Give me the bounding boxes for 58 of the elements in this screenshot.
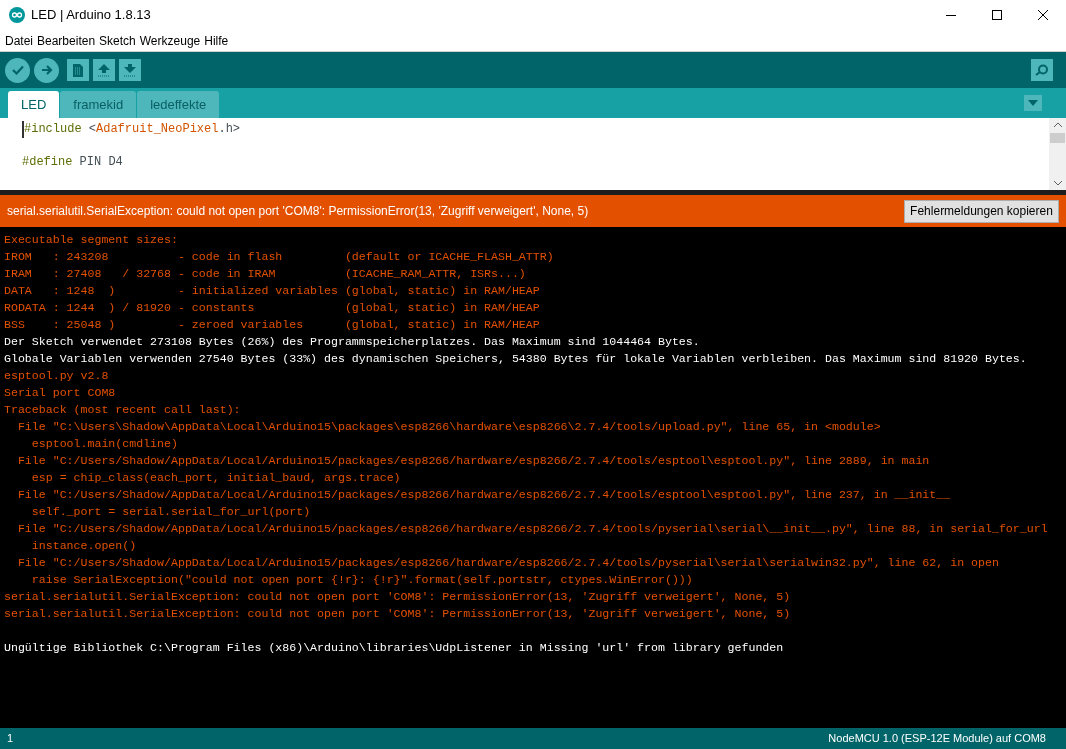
window-title: LED | Arduino 1.8.13 (31, 6, 151, 25)
save-button[interactable] (119, 59, 141, 81)
console-line: Ungültige Bibliothek C:\Program Files (x86)\Arduino\libraries\UdpListener in Missing 'url' from library gefunden (4, 640, 785, 656)
console-line: Globale Variablen verwenden 27540 Bytes (33%) des dynamischen Speichers, 54380 Bytes für lokale Variablen verbleiben. Das Maximum sind 81920 Bytes. (4, 351, 1028, 367)
console-line: File "C:/Users/Shadow/AppData/Local/Arduino15/packages/esp8266/hardware/esp8266/2.7.4/tools/esptool\esptool.py", line 2889, in main (16, 453, 931, 469)
magnifier-icon (1035, 64, 1049, 76)
menu-item[interactable]: Werkzeuge (137, 31, 203, 50)
console-line: File "C:/Users/Shadow/AppData/Local/Arduino15/packages/esp8266/hardware/esp8266/2.7.4/tools/esptool\esptool.py", line 237, in __init__ (16, 487, 952, 503)
menu-item[interactable]: Sketch (97, 31, 138, 50)
console-line: serial.serialutil.SerialException: could not open port 'COM8': PermissionError(13, 'Zugriff verweigert', None, 5) (4, 606, 792, 622)
app-logo-icon (9, 7, 25, 23)
arrow-right-icon (40, 65, 53, 75)
file-tab[interactable]: LED (8, 91, 60, 118)
check-icon (11, 65, 24, 75)
console-line: IROM : 243208 - code in flash (default or ICACHE_FLASH_ATTR) (4, 249, 555, 265)
menu-item[interactable]: Bearbeiten (35, 31, 98, 50)
scrollbar-thumb[interactable] (1050, 133, 1065, 143)
console-line: IRAM : 27408 / 32768 - code in IRAM (ICACHE_RAM_ATTR, ISRs...) (4, 266, 527, 282)
console-line: RODATA : 1244 ) / 81920 - constants (global, static) in RAM/HEAP (4, 300, 541, 316)
board-info: NodeMCU 1.0 (ESP-12E Module) auf COM8 (828, 731, 1046, 747)
scroll-up-icon (1053, 123, 1062, 127)
document-icon (73, 63, 83, 77)
maximize-icon (992, 10, 1002, 20)
tab-menu-button[interactable] (1024, 95, 1042, 111)
verify-button[interactable] (5, 57, 30, 83)
console-line: instance.open() (30, 538, 138, 554)
console-line: self._port = serial.serial_for_url(port) (30, 504, 312, 520)
upload-button[interactable] (34, 57, 59, 83)
error-message: serial.serialutil.SerialException: could not open port 'COM8': PermissionError(13, 'Zugriff verweigert', None, 5) (7, 203, 589, 220)
console-line: raise SerialException("could not open port {!r}: {!r}".format(self.portstr, ctypes.WinError())) (30, 572, 694, 588)
console-line: DATA : 1248 ) - initialized variables (global, static) in RAM/HEAP (4, 283, 541, 299)
editor-scrollbar[interactable] (1049, 118, 1066, 190)
menu-item[interactable]: Hilfe (202, 31, 231, 50)
download-arrow-icon (124, 63, 136, 77)
console-line: File "C:/Users/Shadow/AppData/Local/Arduino15/packages/esp8266/hardware/esp8266/2.7.4/tools/pyserial\serial\serialwin32.py", line 62, in open (16, 555, 1000, 571)
console-line: Executable segment sizes: (4, 232, 179, 248)
dropdown-icon (1028, 100, 1038, 106)
menu-item[interactable]: Datei (3, 31, 35, 50)
console-line: File "C:/Users/Shadow/AppData/Local/Arduino15/packages/esp8266/hardware/esp8266/2.7.4/tools/pyserial\serial\__init__.py", line 88, in serial_for_url (16, 521, 1049, 537)
copy-errors-button[interactable]: Fehlermeldungen kopieren (904, 199, 1059, 223)
console-line: Traceback (most recent call last): (4, 402, 242, 418)
scroll-down-icon (1053, 181, 1062, 185)
open-button[interactable] (93, 59, 115, 81)
console-line: serial.serialutil.SerialException: could not open port 'COM8': PermissionError(13, 'Zugriff verweigert', None, 5) (4, 589, 792, 605)
new-button[interactable] (67, 59, 89, 81)
console-line: esptool.py v2.8 (4, 368, 110, 384)
upload-arrow-icon (98, 63, 110, 77)
console-line: esptool.main(cmdline) (30, 436, 179, 452)
console-line: Serial port COM8 (4, 385, 117, 401)
line-number: 1 (7, 731, 14, 747)
console-line: Der Sketch verwendet 273108 Bytes (26%) des Programmspeicherplatzes. Das Maximum sind 1044464 Bytes. (4, 334, 701, 350)
console-line: File "C:\Users\Shadow\AppData\Local\Arduino15\packages\esp8266\hardware\esp8266\2.7.4/tools/upload.py", line 65, in <module> (16, 419, 882, 435)
close-icon (1038, 10, 1048, 20)
console-line: esp = chip_class(each_port, initial_baud, args.trace) (30, 470, 402, 486)
minimize-icon (946, 14, 956, 16)
console-line: BSS : 25048 ) - zeroed variables (global, static) in RAM/HEAP (4, 317, 541, 333)
code-line: #define PIN D4 (22, 154, 124, 171)
serial-monitor-button[interactable] (1031, 59, 1053, 81)
